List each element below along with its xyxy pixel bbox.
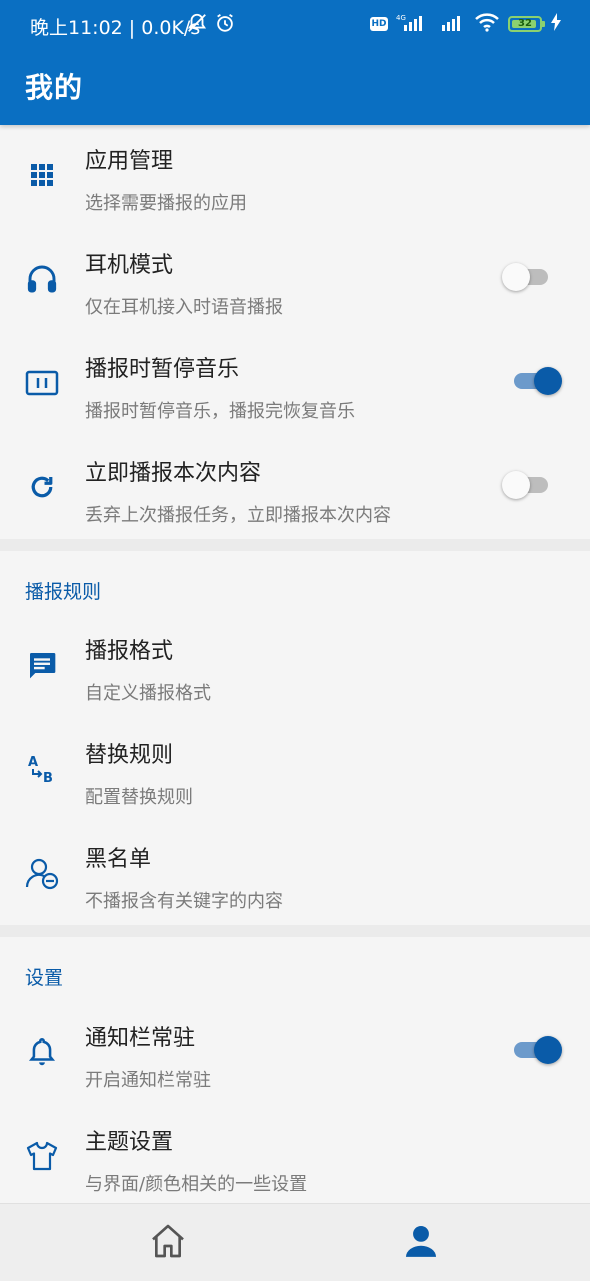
immediate-broadcast-item[interactable]: 立即播报本次内容 丢弃上次播报任务，立即播报本次内容 bbox=[0, 437, 590, 541]
signal-icon bbox=[440, 13, 466, 35]
nav-home[interactable] bbox=[147, 1222, 189, 1264]
pause-music-item[interactable]: 播报时暂停音乐 播报时暂停音乐，播报完恢复音乐 bbox=[0, 333, 590, 437]
row-subtitle: 播报时暂停音乐，播报完恢复音乐 bbox=[85, 401, 355, 422]
row-title: 主题设置 bbox=[85, 1130, 174, 1155]
status-time: 晚上11:02 | 0.0K/s bbox=[30, 17, 201, 39]
row-title: 黑名单 bbox=[85, 847, 152, 872]
headphone-mode-toggle[interactable] bbox=[502, 263, 548, 291]
theme-settings-item[interactable]: 主题设置 与界面/颜色相关的一些设置 bbox=[0, 1106, 590, 1203]
shirt-icon bbox=[22, 1136, 62, 1176]
pause-icon bbox=[22, 363, 62, 403]
row-subtitle: 不播报含有关键字的内容 bbox=[85, 891, 283, 912]
nav-profile[interactable] bbox=[400, 1222, 442, 1264]
row-subtitle: 与界面/颜色相关的一些设置 bbox=[85, 1174, 308, 1195]
status-right-icons: HD 4G 32 bbox=[370, 12, 562, 36]
row-title: 通知栏常驻 bbox=[85, 1026, 196, 1051]
signal-4g-icon: 4G bbox=[396, 13, 432, 35]
svg-text:4G: 4G bbox=[396, 14, 406, 22]
row-title: 播报格式 bbox=[85, 639, 174, 664]
svg-text:B: B bbox=[43, 771, 53, 786]
notification-persistent-toggle[interactable] bbox=[514, 1036, 562, 1064]
home-icon bbox=[148, 1221, 188, 1265]
swap-ab-icon: A B bbox=[22, 749, 62, 789]
pause-music-toggle[interactable] bbox=[514, 367, 562, 395]
replace-rules-item[interactable]: A B 替换规则 配置替换规则 bbox=[0, 719, 590, 823]
row-title: 替换规则 bbox=[85, 743, 174, 768]
battery-icon: 32 bbox=[508, 16, 545, 32]
hd-badge: HD bbox=[370, 17, 388, 31]
message-icon bbox=[22, 645, 62, 685]
row-title: 应用管理 bbox=[85, 149, 174, 174]
row-subtitle: 选择需要播报的应用 bbox=[85, 193, 247, 214]
row-subtitle: 自定义播报格式 bbox=[85, 683, 211, 704]
bottom-navigation bbox=[0, 1203, 590, 1281]
person-icon bbox=[402, 1222, 440, 1264]
status-left-icons bbox=[186, 12, 236, 38]
row-title: 播报时暂停音乐 bbox=[85, 357, 240, 382]
section-divider bbox=[0, 925, 590, 937]
broadcast-format-item[interactable]: 播报格式 自定义播报格式 bbox=[0, 615, 590, 719]
row-subtitle: 仅在耳机接入时语音播报 bbox=[85, 297, 283, 318]
wifi-icon bbox=[474, 12, 500, 36]
section-divider bbox=[0, 539, 590, 551]
charging-icon bbox=[550, 13, 562, 35]
section-header-rules: 播报规则 bbox=[25, 581, 102, 603]
row-subtitle: 配置替换规则 bbox=[85, 787, 193, 808]
row-title: 立即播报本次内容 bbox=[85, 461, 262, 486]
user-blocked-icon bbox=[22, 853, 62, 893]
headphone-mode-item[interactable]: 耳机模式 仅在耳机接入时语音播报 bbox=[0, 229, 590, 333]
blacklist-item[interactable]: 黑名单 不播报含有关键字的内容 bbox=[0, 823, 590, 927]
row-title: 耳机模式 bbox=[85, 253, 174, 278]
bell-icon bbox=[22, 1032, 62, 1072]
section-header-settings: 设置 bbox=[25, 967, 64, 989]
grid-icon bbox=[22, 155, 62, 195]
page-title: 我的 bbox=[25, 71, 84, 104]
app-management-item[interactable]: 应用管理 选择需要播报的应用 bbox=[0, 125, 590, 229]
row-subtitle: 丢弃上次播报任务，立即播报本次内容 bbox=[85, 505, 391, 526]
row-subtitle: 开启通知栏常驻 bbox=[85, 1070, 211, 1091]
refresh-icon bbox=[22, 467, 62, 507]
svg-text:A: A bbox=[28, 755, 38, 770]
settings-list: 应用管理 选择需要播报的应用 耳机模式 仅在耳机接入时语音播报 播报时暂停音乐 … bbox=[0, 125, 590, 1203]
battery-level: 32 bbox=[518, 18, 532, 29]
mute-bell-icon bbox=[186, 12, 208, 38]
status-bar: 晚上11:02 | 0.0K/s HD 4G 32 bbox=[0, 0, 590, 48]
alarm-icon bbox=[214, 12, 236, 38]
app-bar: 晚上11:02 | 0.0K/s HD 4G 32 我的 bbox=[0, 0, 590, 125]
headphones-icon bbox=[22, 259, 62, 299]
immediate-broadcast-toggle[interactable] bbox=[502, 471, 548, 499]
notification-persistent-item[interactable]: 通知栏常驻 开启通知栏常驻 bbox=[0, 1002, 590, 1106]
